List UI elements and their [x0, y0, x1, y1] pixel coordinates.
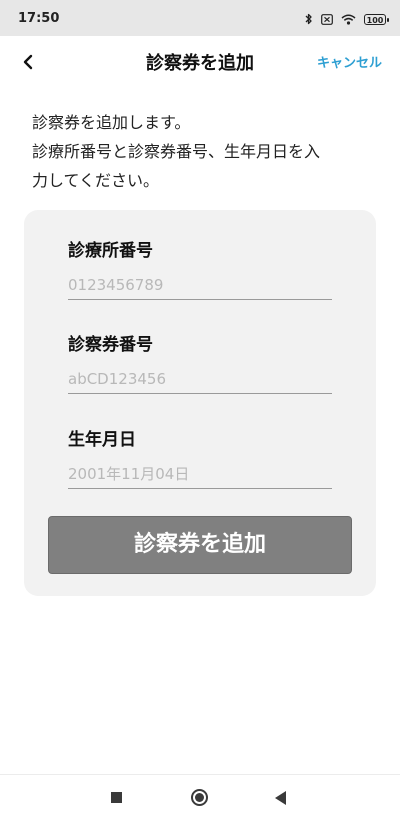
- instructions-text: 診察券を追加します。 診療所番号と診察券番号、生年月日を入 力してください。: [32, 108, 382, 195]
- card-number-input[interactable]: [68, 364, 332, 394]
- birth-date-input[interactable]: [68, 459, 332, 489]
- battery-icon: 100: [364, 13, 389, 25]
- home-icon[interactable]: [191, 789, 208, 806]
- back-icon[interactable]: [275, 791, 286, 805]
- sim-off-icon: [321, 13, 333, 25]
- add-card-button[interactable]: 診察券を追加: [48, 516, 352, 574]
- clinic-number-input[interactable]: [68, 270, 332, 300]
- card-number-label: 診察券番号: [68, 335, 153, 355]
- birth-date-field: 生年月日: [68, 425, 332, 489]
- status-time: 17:50: [18, 11, 60, 26]
- instructions-line-3: 力してください。: [32, 171, 160, 190]
- cancel-button[interactable]: キャンセル: [317, 52, 382, 71]
- status-icons: 100: [305, 13, 389, 25]
- navigation-bar: [0, 774, 400, 820]
- bluetooth-icon: [305, 13, 312, 25]
- form-card: 診療所番号 診察券番号 生年月日 診察券を追加: [24, 210, 376, 596]
- instructions-line-1: 診察券を追加します。: [32, 113, 191, 132]
- status-bar: 17:50 100: [0, 0, 400, 36]
- header: 診察券を追加 キャンセル: [0, 36, 400, 84]
- wifi-icon: [341, 14, 356, 25]
- clinic-number-field: 診療所番号: [68, 236, 332, 300]
- card-number-field: 診察券番号: [68, 330, 332, 394]
- instructions-line-2: 診療所番号と診察券番号、生年月日を入: [32, 142, 321, 161]
- recent-apps-icon[interactable]: [111, 792, 122, 803]
- birth-date-label: 生年月日: [68, 430, 136, 450]
- clinic-number-label: 診療所番号: [68, 241, 153, 261]
